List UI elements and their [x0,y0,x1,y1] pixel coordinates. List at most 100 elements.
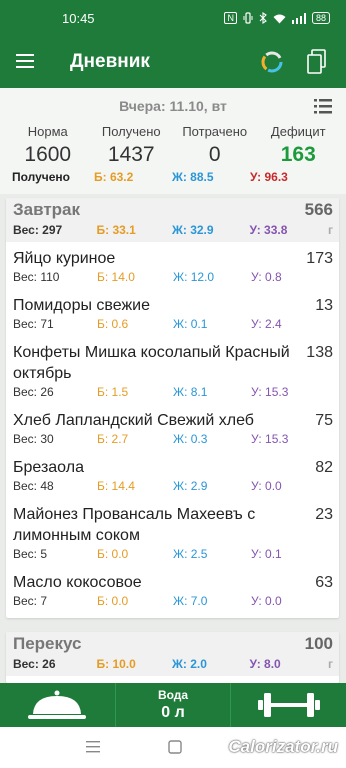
date-selector[interactable]: Вчера: 11.10, вт [0,88,346,124]
watermark-logo: Calorizator.ru [228,737,338,756]
food-kcal: 173 [306,250,333,267]
food-kcal: 75 [315,412,333,429]
cloche-icon [28,690,87,719]
home-icon[interactable] [168,740,182,754]
norm-value: 1600 [24,143,72,166]
got-value: 1437 [107,143,155,166]
food-protein: Б: 14.0 [97,270,135,284]
battery-icon: 88 [311,12,330,24]
nfc-icon: N [224,12,237,24]
recent-apps-icon[interactable] [86,741,100,753]
deficit-value: 163 [280,143,316,166]
food-carbs: У: 0.0 [251,594,282,608]
food-weight: Вес: 48 [13,479,54,493]
food-protein: Б: 2.7 [97,432,129,446]
sync-ring-icon[interactable] [260,50,284,74]
food-item[interactable]: Майонез Провансаль Махеевъ с лимонным со… [6,504,339,572]
norm-column: Норма 1600 [6,124,90,167]
vibrate-icon [243,12,253,24]
meal-macros: Вес: 297 Б: 33.1 Ж: 32.9 У: 33.8 г [6,220,339,242]
meal-fat: Ж: 2.0 [172,657,207,671]
food-name: Хлеб Лапландский Свежий хлеб [13,412,254,429]
food-fat: Ж: 12.0 [173,270,215,284]
food-carbs: У: 15.3 [251,432,289,446]
food-item[interactable]: Яйцо куриное 173 Вес: 110 Б: 14.0 Ж: 12.0 У:… [6,248,339,295]
app-bar: Дневник [0,36,346,88]
meal-header[interactable]: Перекус 100 [6,632,339,654]
food-fat: Ж: 2.9 [173,479,208,493]
meal-weight: Вес: 26 [13,657,56,671]
food-weight: Вес: 7 [13,594,48,608]
got-column: Получено 1437 [90,124,174,167]
meal-card-snack[interactable]: Перекус 100 Вес: 26 Б: 10.0 Ж: 2.0 У: 8.… [6,632,339,683]
food-carbs: У: 2.4 [251,317,282,331]
food-protein: Б: 1.5 [97,385,129,399]
fat-total: Ж: 88.5 [172,170,214,184]
meal-card-breakfast[interactable]: Завтрак 566 Вес: 297 Б: 33.1 Ж: 32.9 У: … [6,198,339,618]
food-name: Майонез Провансаль Махеевъ с лимонным со… [13,506,256,544]
food-weight: Вес: 30 [13,432,54,446]
deficit-column: Дефицит 163 [257,124,341,167]
meal-protein: Б: 33.1 [96,223,136,237]
food-carbs: У: 0.0 [251,479,282,493]
carbs-total: У: 96.3 [250,170,288,184]
food-fat: Ж: 8.1 [173,385,208,399]
food-item[interactable]: Брезаола 82 Вес: 48 Б: 14.4 Ж: 2.9 У: 0.0 [6,457,339,504]
macros-label: Получено [12,170,71,184]
wifi-icon [273,14,286,23]
food-item[interactable]: Масло кокосовое 63 Вес: 7 Б: 0.0 Ж: 7.0 У: 0… [6,572,339,618]
food-item[interactable]: Хлеб Лапландский Свежий хлеб 75 Вес: 30 Б:… [6,410,339,457]
meal-weight: Вес: 297 [13,223,63,237]
food-kcal: 138 [306,344,333,361]
page-title: Дневник [70,51,150,72]
food-carbs: У: 0.8 [251,270,282,284]
food-name: Конфеты Мишка косолапый Красный октябрь [13,344,290,382]
totals-row: Норма 1600 Получено 1437 Потрачено 0 Деф… [0,124,346,167]
food-weight: Вес: 26 [13,385,54,399]
meal-carbs: У: 33.8 [249,223,288,237]
food-kcal: 63 [315,574,333,591]
food-fat: Ж: 7.0 [173,594,208,608]
food-protein: Б: 0.0 [97,594,129,608]
spent-column: Потрачено 0 [173,124,257,167]
food-name: Помидоры свежие [13,297,150,314]
meal-kcal: 566 [304,200,333,219]
spent-label: Потрачено [182,124,248,139]
list-icon[interactable] [314,98,332,114]
protein-total: Б: 63.2 [94,170,134,184]
activity-button[interactable] [231,683,346,727]
food-weight: Вес: 71 [13,317,54,331]
menu-icon[interactable] [0,51,50,74]
status-bar: 10:45 N 88 [0,0,346,36]
food-kcal: 13 [315,297,333,314]
dumbbell-icon [257,693,320,717]
food-item[interactable]: Конфеты Мишка косолапый Красный октябрь 1… [6,342,339,410]
signal-icon [291,12,306,24]
copy-icon[interactable] [306,49,328,75]
status-time: 10:45 [62,10,95,26]
meal-name: Завтрак [13,200,81,219]
meal-header[interactable]: Завтрак 566 [6,198,339,220]
meal-carbs: У: 8.0 [249,657,281,671]
water-label: Вода [157,688,189,702]
deficit-label: Дефицит [270,124,326,139]
food-protein: Б: 0.6 [97,317,129,331]
meal-unit: г [328,657,333,671]
food-weight: Вес: 5 [13,547,48,561]
food-item[interactable]: Помидоры свежие 13 Вес: 71 Б: 0.6 Ж: 0.1 У: … [6,295,339,342]
water-button[interactable]: Вода 0 л [116,683,232,727]
meal-kcal: 100 [304,634,333,653]
food-kcal: 82 [315,459,333,476]
spent-value: 0 [208,143,221,166]
food-kcal: 23 [315,506,333,523]
meal-fat: Ж: 32.9 [172,223,214,237]
add-food-button[interactable] [0,683,116,727]
bluetooth-icon [259,12,267,24]
meal-name: Перекус [13,634,82,653]
meal-protein: Б: 10.0 [96,657,136,671]
food-weight: Вес: 110 [13,270,60,284]
food-name: Масло кокосовое [13,574,142,591]
food-protein: Б: 14.4 [97,479,135,493]
food-fat: Ж: 2.5 [173,547,208,561]
bottom-bar: Вода 0 л [0,683,346,727]
